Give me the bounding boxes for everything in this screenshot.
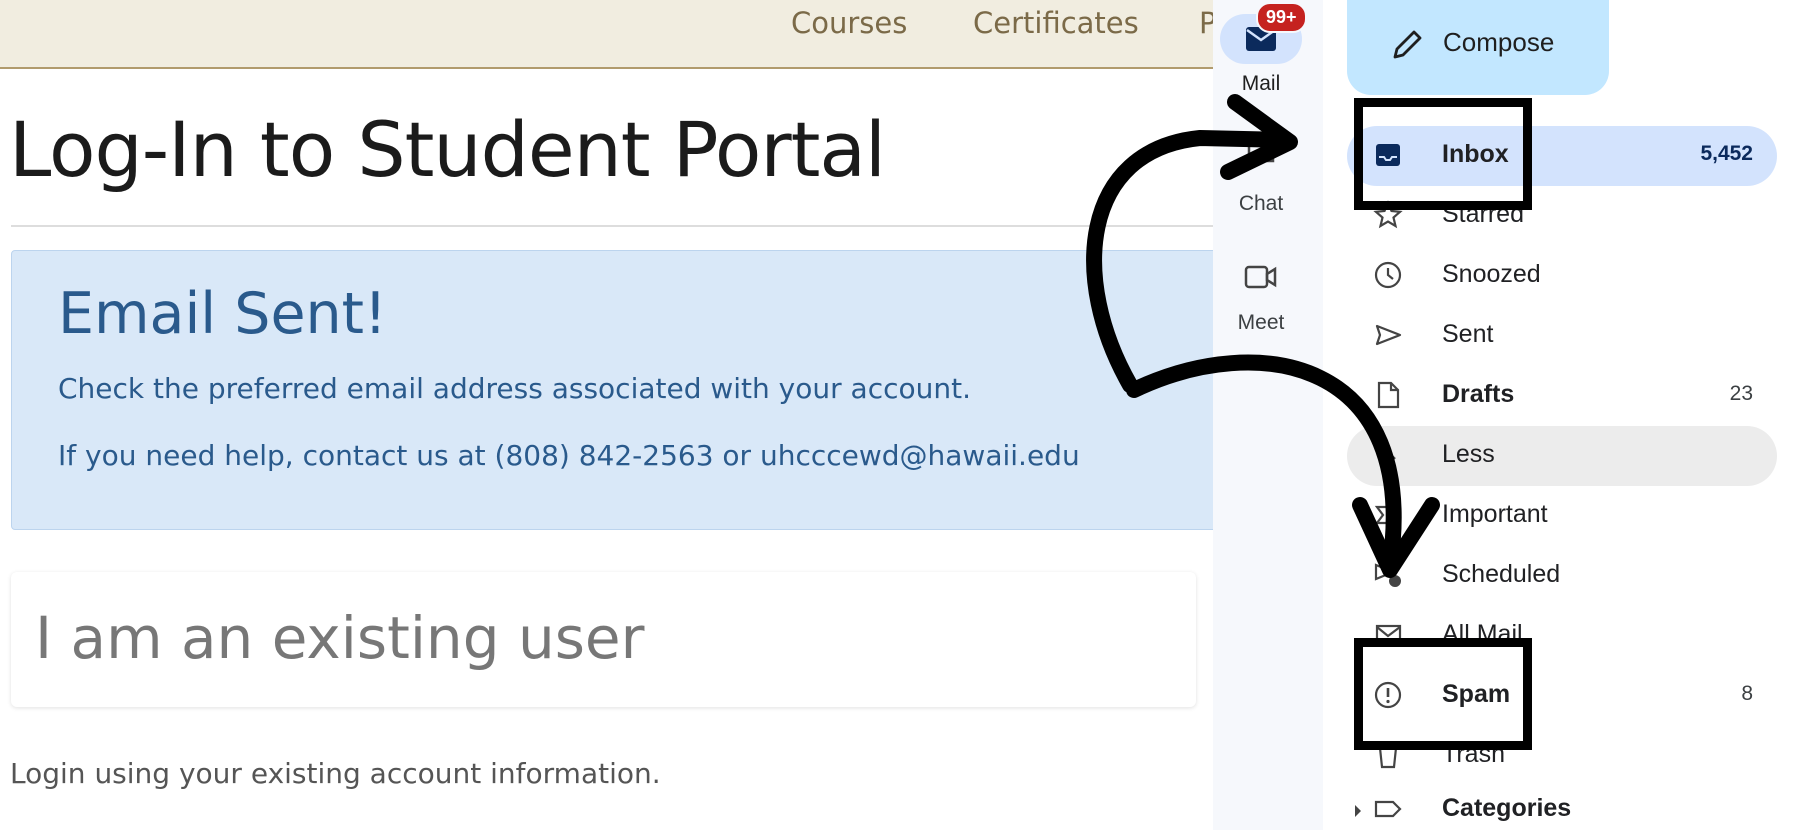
label-icon xyxy=(1374,800,1402,818)
folder-label: Important xyxy=(1442,500,1548,528)
chat-icon xyxy=(1247,142,1275,169)
folder-categories[interactable]: Categories xyxy=(1347,780,1777,830)
folder-less-toggle[interactable]: Less xyxy=(1347,426,1777,486)
folder-count: 5,452 xyxy=(1700,142,1753,165)
folder-drafts[interactable]: Drafts 23 xyxy=(1347,366,1777,426)
chevron-up-icon xyxy=(1380,450,1396,460)
alert-title: Email Sent! xyxy=(58,281,387,347)
chat-rail-button[interactable] xyxy=(1220,130,1302,180)
caret-right-icon xyxy=(1355,805,1361,817)
pencil-icon xyxy=(1393,30,1422,59)
video-camera-icon xyxy=(1244,265,1277,289)
nav-certificates-link[interactable]: Certificates xyxy=(973,6,1139,40)
app-rail: 99+ Mail Chat Meet xyxy=(1213,0,1323,830)
page-title: Log-In to Student Portal xyxy=(9,105,886,194)
folder-snoozed[interactable]: Snoozed xyxy=(1347,246,1777,306)
login-hint: Login using your existing account inform… xyxy=(10,757,661,790)
alert-help: If you need help, contact us at (808) 84… xyxy=(58,439,1080,472)
mail-unread-badge: 99+ xyxy=(1256,2,1307,33)
meet-rail-button[interactable] xyxy=(1220,252,1302,302)
mail-rail-label: Mail xyxy=(1241,72,1281,95)
clock-icon xyxy=(1374,261,1402,289)
scheduled-icon xyxy=(1374,563,1401,587)
send-icon xyxy=(1375,324,1402,346)
folder-important[interactable]: Important xyxy=(1347,486,1777,546)
alert-message: Check the preferred email address associ… xyxy=(58,372,971,405)
nav-partial-link[interactable]: P xyxy=(1199,6,1213,40)
top-nav: Courses Certificates P xyxy=(0,0,1213,69)
folder-label: Drafts xyxy=(1442,380,1515,408)
folder-count: 23 xyxy=(1729,382,1753,405)
draft-icon xyxy=(1377,381,1400,409)
inbox-highlight-box xyxy=(1354,98,1532,210)
folder-sent[interactable]: Sent xyxy=(1347,306,1777,366)
title-divider xyxy=(11,225,1213,227)
compose-button[interactable]: Compose xyxy=(1347,0,1609,95)
folder-label: Categories xyxy=(1442,794,1572,822)
existing-user-panel[interactable]: I am an existing user xyxy=(11,572,1196,707)
meet-rail-label: Meet xyxy=(1237,311,1285,334)
email-sent-alert: Email Sent! Check the preferred email ad… xyxy=(11,250,1213,530)
folder-label: Less xyxy=(1442,440,1495,468)
folder-label: Scheduled xyxy=(1442,560,1561,588)
spam-highlight-box xyxy=(1354,638,1532,750)
compose-label: Compose xyxy=(1443,27,1555,57)
nav-courses-link[interactable]: Courses xyxy=(791,6,907,40)
existing-user-title: I am an existing user xyxy=(35,604,645,672)
folder-label: Sent xyxy=(1442,320,1494,348)
folder-scheduled[interactable]: Scheduled xyxy=(1347,546,1777,606)
folder-label: Snoozed xyxy=(1442,260,1541,288)
chat-rail-label: Chat xyxy=(1238,192,1284,215)
student-portal-page: Courses Certificates P Log-In to Student… xyxy=(0,0,1213,830)
folder-count: 8 xyxy=(1741,682,1753,705)
important-icon xyxy=(1374,505,1402,525)
